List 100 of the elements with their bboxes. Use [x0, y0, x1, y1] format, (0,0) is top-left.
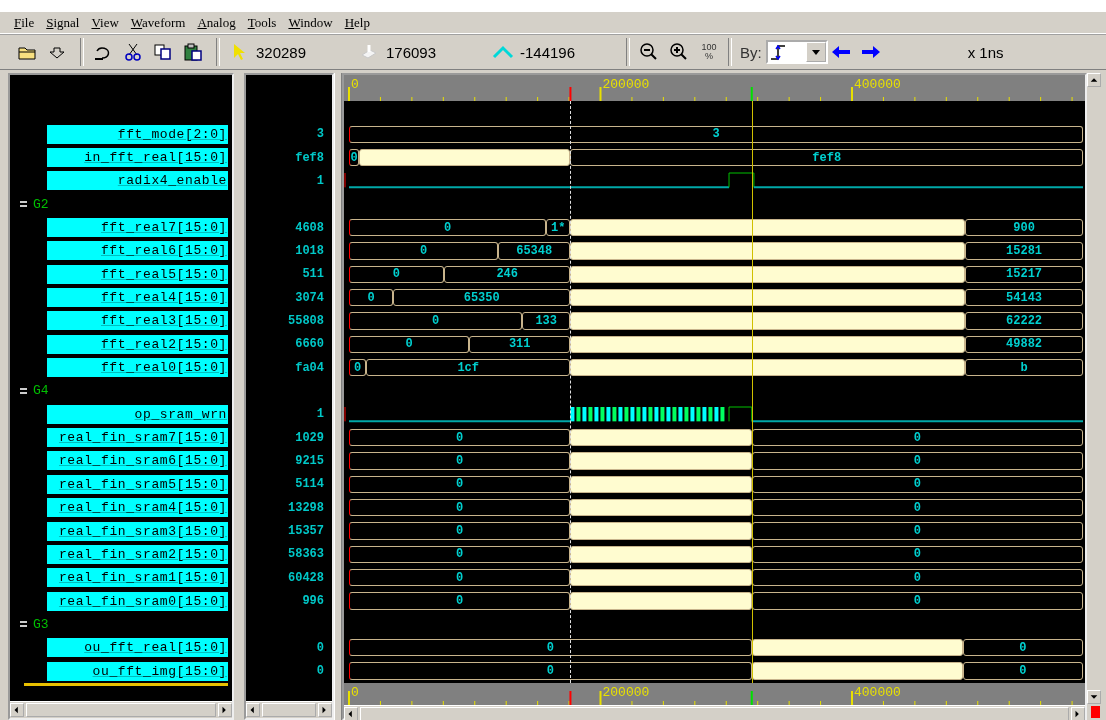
value-segment: 0 — [349, 218, 547, 237]
signal-value: 511 — [302, 267, 324, 282]
marker-time: 176093 — [386, 43, 438, 61]
value-segment: 0 — [349, 452, 571, 470]
signal-name[interactable]: ou_fft_img[15:0] — [47, 661, 228, 681]
signal-value: 6660 — [295, 337, 324, 352]
signal-name[interactable]: op_sram_wrn — [47, 404, 228, 424]
signal-name[interactable]: real_fin_sram0[15:0] — [47, 591, 228, 611]
value-segment: 49882 — [965, 335, 1083, 353]
value-segment: 0 — [349, 499, 571, 517]
value-segment: 62222 — [965, 312, 1083, 330]
menu-item[interactable]: File — [10, 14, 43, 31]
signal-name[interactable]: fft_mode[2:0] — [47, 124, 228, 144]
signal-value: 9215 — [295, 454, 324, 468]
caret-icon — [811, 49, 820, 55]
value-segment: 0 — [962, 639, 1083, 657]
value-segment: 0 — [349, 639, 752, 657]
value-segment: 0 — [349, 428, 571, 447]
ruler-label: 200000 — [602, 77, 650, 92]
horizontal-scrollbar[interactable] — [246, 701, 332, 718]
vertical-scrollbar[interactable] — [1087, 73, 1103, 720]
value-segment: 1* — [546, 218, 571, 237]
signal-name[interactable]: fft_real0[15:0] — [47, 358, 228, 378]
value-segment: 0 — [349, 265, 444, 283]
ruler-label: 200000 — [602, 684, 650, 700]
horizontal-scrollbar[interactable] — [10, 701, 232, 718]
signal-name[interactable]: real_fin_sram7[15:0] — [47, 428, 228, 448]
signal-value: 58363 — [288, 547, 324, 562]
pane-splitter[interactable] — [334, 73, 342, 720]
ruler-label: 400000 — [854, 684, 901, 700]
signal-value: 996 — [302, 594, 324, 609]
signal-value: 3074 — [295, 290, 324, 305]
signal-name[interactable]: fft_real4[15:0] — [47, 288, 228, 308]
signal-name[interactable]: real_fin_sram1[15:0] — [47, 568, 228, 588]
signal-value: 55808 — [288, 313, 324, 328]
value-segment: 0 — [349, 312, 523, 330]
signal-name[interactable]: fft_real3[15:0] — [47, 311, 228, 331]
value-segment: 0 — [751, 452, 1083, 470]
menu-item[interactable]: Signal — [42, 14, 88, 31]
value-segment: fef8 — [570, 148, 1083, 167]
value-segment: 0 — [349, 242, 498, 260]
group-icon — [20, 621, 27, 628]
signal-name[interactable]: real_fin_sram4[15:0] — [47, 498, 228, 518]
ruler-label: 400000 — [854, 77, 901, 92]
signal-name[interactable]: fft_real2[15:0] — [47, 334, 228, 354]
value-segment: b — [965, 358, 1083, 377]
signal-value: 5114 — [295, 477, 324, 492]
signal-value: 0 — [316, 664, 324, 679]
signal-name[interactable]: fft_real5[15:0] — [47, 264, 228, 284]
signal-name[interactable]: ou_fft_real[15:0] — [47, 638, 228, 658]
group-icon — [20, 387, 27, 394]
menu-item[interactable]: Tools — [243, 14, 285, 31]
value-segment: 0 — [349, 288, 393, 307]
value-segment: 0 — [349, 545, 571, 564]
menu-item[interactable]: Analog — [193, 14, 244, 31]
signal-name[interactable]: real_fin_sram2[15:0] — [47, 544, 228, 564]
signal-name[interactable]: fft_real7[15:0] — [47, 218, 228, 238]
group-icon — [20, 201, 27, 208]
signal-name[interactable]: real_fin_sram6[15:0] — [47, 451, 228, 471]
menu-item[interactable]: Window — [284, 14, 341, 31]
signal-name[interactable]: radix4_enable — [47, 171, 228, 191]
value-segment: 0 — [751, 545, 1083, 564]
signal-name[interactable]: in_fft_real[15:0] — [47, 148, 228, 167]
signal-value: 0 — [316, 640, 324, 655]
signal-name[interactable]: real_fin_sram3[15:0] — [47, 521, 228, 541]
edge-dropdown[interactable] — [765, 40, 828, 64]
signal-name[interactable]: fft_real6[15:0] — [47, 241, 228, 261]
group-label[interactable]: G3 — [33, 616, 49, 632]
cursor-line[interactable] — [751, 101, 753, 683]
group-label[interactable]: G4 — [33, 383, 49, 399]
signal-value: fa04 — [295, 360, 324, 375]
value-segment: 0 — [349, 335, 469, 353]
value-segment: 133 — [522, 312, 571, 330]
group-label[interactable]: G2 — [33, 196, 49, 212]
value-segment: 0 — [751, 475, 1083, 493]
value-segment: 0 — [349, 358, 366, 377]
value-segment: 246 — [443, 265, 571, 283]
signal-value: 15357 — [288, 524, 324, 538]
menu-item[interactable]: View — [87, 14, 127, 31]
menu-item[interactable]: Waveform — [126, 14, 194, 31]
value-segment: 0 — [751, 499, 1083, 517]
signal-value: 3 — [316, 127, 324, 142]
value-segment: 54143 — [965, 288, 1083, 307]
signal-value: 1018 — [295, 243, 324, 258]
menu-item[interactable]: Help — [340, 14, 378, 31]
ruler-label: 0 — [351, 77, 359, 92]
value-segment: 0 — [349, 592, 571, 610]
signal-value: 1 — [316, 173, 324, 188]
zoom-fit-button[interactable]: 100 % — [696, 39, 722, 65]
signal-value: 1 — [316, 407, 324, 422]
delta-time: -144196 — [520, 43, 577, 61]
value-segment: 0 — [349, 475, 571, 493]
signal-value: fef8 — [295, 150, 324, 165]
value-segment: 0 — [751, 592, 1083, 610]
signal-name[interactable]: real_fin_sram5[15:0] — [47, 474, 228, 494]
value-segment: 311 — [468, 335, 571, 353]
ruler-label: 0 — [351, 684, 359, 700]
signal-value: 4608 — [295, 220, 324, 235]
time-unit: x 1ns — [967, 43, 1004, 61]
by-label: By: — [740, 43, 762, 61]
